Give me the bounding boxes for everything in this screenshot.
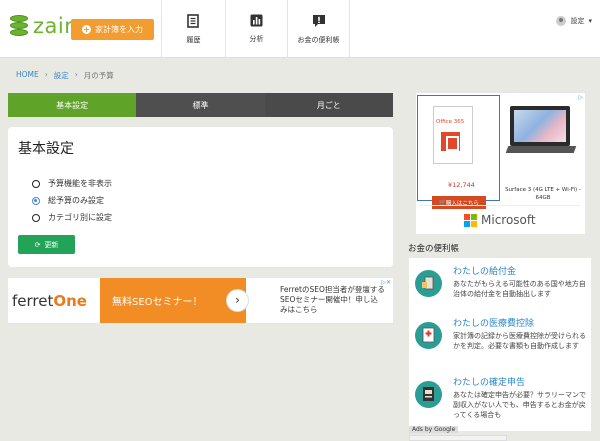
settings-label: 設定 xyxy=(570,17,585,25)
update-label: 更新 xyxy=(44,240,59,249)
tax-return-icon xyxy=(415,381,442,408)
breadcrumb-settings[interactable]: 設定 xyxy=(54,70,69,81)
feature-title[interactable]: わたしの医療費控除 xyxy=(453,316,534,329)
nav-analysis-label: 分析 xyxy=(249,35,264,43)
surface-tablet-image xyxy=(510,106,570,146)
feature-desc: あなたがもらえる可能性のある国や地方自治体の給付金を自動抽出します xyxy=(453,280,586,298)
enter-household-label: 家計簿を入力 xyxy=(95,25,143,34)
adchoices-icon[interactable]: ▷ xyxy=(578,94,583,101)
feature-title[interactable]: わたしの確定申告 xyxy=(453,375,525,388)
option-label: カテゴリ別に設定 xyxy=(48,213,112,222)
surface-product[interactable]: Surface 3 (4G LTE + Wi-Fi) - 64GB xyxy=(504,101,582,201)
microsoft-wordmark: Microsoft xyxy=(481,213,536,227)
surface-caption: Surface 3 (4G LTE + Wi-Fi) - 64GB xyxy=(505,187,581,201)
option-by-category[interactable]: カテゴリ別に設定 xyxy=(32,212,112,223)
option-label: 予算機能を非表示 xyxy=(48,179,112,188)
history-book-icon xyxy=(187,13,199,28)
divider xyxy=(420,205,580,206)
office365-product[interactable]: Office 365 ¥12,744 🛒 購入はこちら xyxy=(417,95,500,209)
feature-tax-return[interactable]: わたしの確定申告 あなたは確定申告が必要？サラリーマンで副収入がない人でも、申告… xyxy=(409,369,591,431)
product-box-title: Office 365 xyxy=(436,119,465,125)
tab-standard[interactable]: 標準 xyxy=(136,93,265,117)
adchoices-icon[interactable]: ▷✕ xyxy=(381,279,391,286)
chevron-right-icon[interactable]: › xyxy=(227,290,248,311)
google-ad-strip[interactable] xyxy=(409,435,507,441)
settings-menu[interactable]: 設定 ▾ xyxy=(556,16,592,26)
feature-title[interactable]: わたしの給付金 xyxy=(453,264,516,277)
breadcrumb-separator-icon: › xyxy=(74,70,78,79)
radio-hide-budget[interactable] xyxy=(32,179,40,188)
nav-history[interactable]: 履歴 xyxy=(161,0,225,58)
office-price: ¥12,744 xyxy=(448,181,475,189)
breadcrumb-home[interactable]: HOME xyxy=(16,70,39,81)
radio-by-category[interactable] xyxy=(32,213,40,222)
office-logo-icon xyxy=(441,132,460,151)
option-total-budget[interactable]: 総予算のみ設定 xyxy=(32,195,104,206)
radio-total-budget[interactable] xyxy=(32,196,40,205)
feature-desc: あなたは確定申告が必要？サラリーマンで副収入がない人でも、申告するとお金が戻って… xyxy=(453,391,586,419)
ferret-one-logo: ferret One xyxy=(12,291,87,310)
office365-box-image: Office 365 xyxy=(433,106,473,164)
basic-settings-card: 基本設定 予算機能を非表示 総予算のみ設定 カテゴリ別に設定 ⟳ 更新 xyxy=(8,127,393,267)
ads-by-google[interactable]: Ads by Google xyxy=(409,426,459,433)
notebook-alert-icon xyxy=(312,14,325,27)
breadcrumb-separator-icon: › xyxy=(44,70,48,79)
bar-chart-icon xyxy=(250,14,263,27)
medical-icon xyxy=(415,322,442,349)
nav-money-guide-label: お金の便利帳 xyxy=(297,35,340,44)
ferret-ad-banner[interactable]: ferret One 無料SEOセミナー！ › FerretのSEO担当者が登壇す… xyxy=(8,278,393,323)
refresh-icon: ⟳ xyxy=(34,240,41,249)
feature-medical-deduction[interactable]: わたしの医療費控除 家計簿の記録から医療費控除が受けられるかを判定。必要な書類も… xyxy=(409,310,591,372)
keyboard-image xyxy=(505,146,577,153)
tab-basic-settings[interactable]: 基本設定 xyxy=(8,93,137,117)
tab-monthly[interactable]: 月ごと xyxy=(264,93,393,117)
plus-icon: + xyxy=(82,25,91,34)
nav-analysis[interactable]: 分析 xyxy=(225,0,287,58)
enter-household-button[interactable]: + 家計簿を入力 xyxy=(71,19,154,40)
option-hide-budget[interactable]: 予算機能を非表示 xyxy=(32,178,112,189)
budget-tabs: 基本設定 標準 月ごと xyxy=(8,93,393,117)
buy-button[interactable]: 🛒 購入はこちら xyxy=(432,196,486,209)
breadcrumb-current: 月の予算 xyxy=(83,71,114,80)
windows-logo-icon xyxy=(464,213,477,227)
nav-history-label: 履歴 xyxy=(186,35,201,44)
caret-down-icon: ▾ xyxy=(588,17,592,25)
avatar-icon xyxy=(556,16,567,26)
coin-stack-icon xyxy=(8,13,30,39)
benefits-icon xyxy=(415,270,442,297)
breadcrumb: HOME › 設定 › 月の予算 xyxy=(16,70,114,81)
microsoft-logo: Microsoft xyxy=(464,213,536,227)
money-guide-title: お金の便利帳 xyxy=(408,244,460,254)
nav-money-guide[interactable]: お金の便利帳 xyxy=(287,0,350,58)
card-title: 基本設定 xyxy=(18,141,74,157)
ad-seminar-text: 無料SEOセミナー！ xyxy=(112,297,203,308)
ad-description: FerretのSEO担当者が登壇する SEOセミナー開催中！申し込みはこちら xyxy=(280,285,385,314)
top-header: zaim + 家計簿を入力 履歴 分析 お金の便利帳 設定 ▾ xyxy=(0,0,600,58)
ad-seminar-banner: 無料SEOセミナー！ › xyxy=(100,278,248,323)
option-label: 総予算のみ設定 xyxy=(48,196,104,205)
update-button[interactable]: ⟳ 更新 xyxy=(18,235,75,254)
microsoft-ad[interactable]: Office 365 ¥12,744 🛒 購入はこちら Surface 3 (4… xyxy=(416,93,585,234)
feature-desc: 家計簿の記録から医療費控除が受けられるかを判定。必要な書類も自動作成します xyxy=(453,332,586,350)
